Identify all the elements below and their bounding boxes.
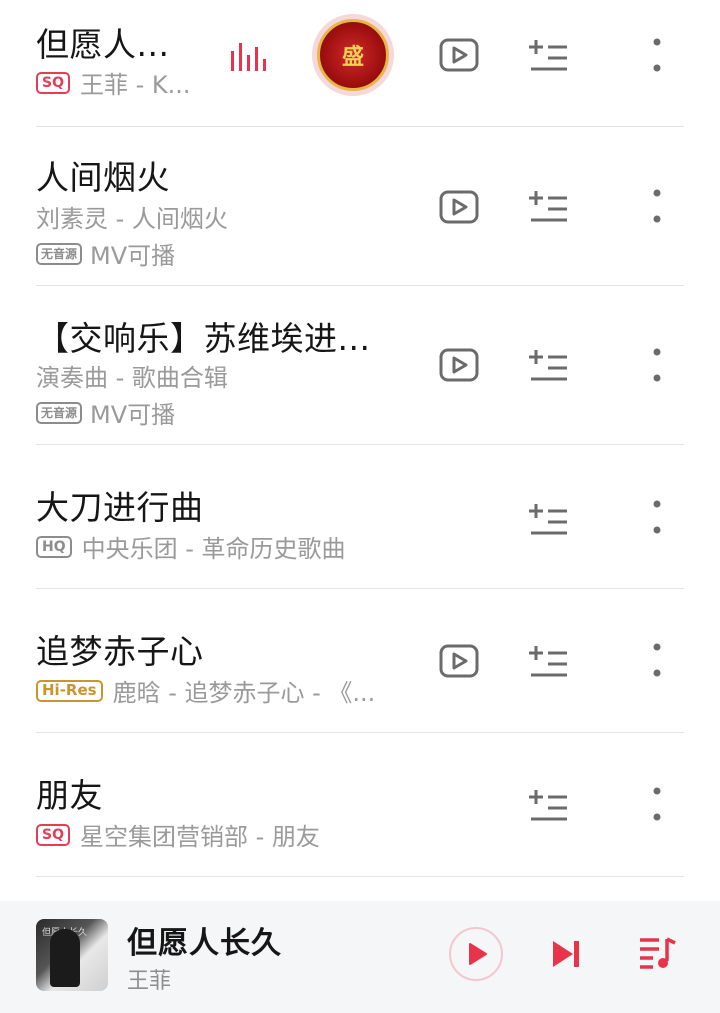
song-title: 但愿人...	[36, 25, 170, 64]
quality-badge-hq: HQ	[36, 535, 72, 558]
playlist-queue-icon	[640, 937, 676, 969]
more-options-button[interactable]	[647, 36, 667, 76]
cover-figure	[50, 929, 80, 987]
mv-available-text: MV可播	[90, 401, 176, 429]
mini-player-bar[interactable]: 但愿人长久 但愿人长久 王菲	[0, 901, 720, 1013]
equalizer-icon	[231, 43, 266, 71]
song-subtitle-line: Hi-Res 鹿晗 - 追梦赤子心 - 《...	[36, 673, 375, 708]
playlist-queue-button[interactable]	[637, 935, 677, 971]
mv-button[interactable]	[439, 644, 479, 678]
song-artist-album: 星空集团营销部 - 朋友	[79, 823, 320, 851]
vertical-dots-icon	[653, 348, 661, 382]
mv-available-text: MV可播	[90, 242, 176, 270]
add-to-playlist-button[interactable]	[528, 644, 568, 680]
play-in-rect-icon	[439, 644, 479, 678]
song-row[interactable]: 人间烟火 刘素灵 - 人间烟火 无音源 MV可播	[0, 127, 720, 286]
song-title: 朋友	[36, 776, 103, 815]
add-to-playlist-icon	[529, 350, 567, 381]
song-row[interactable]: 大刀进行曲 HQ 中央乐团 - 革命历史歌曲	[0, 445, 720, 589]
add-to-playlist-icon	[529, 790, 567, 821]
quality-badge-sq: SQ	[36, 71, 70, 94]
add-to-playlist-button[interactable]	[528, 502, 568, 538]
song-title: 追梦赤子心	[36, 632, 204, 671]
more-options-button[interactable]	[647, 641, 667, 681]
album-disc-thumbnail[interactable]: 盛	[312, 14, 394, 96]
add-to-playlist-button[interactable]	[528, 348, 568, 384]
vertical-dots-icon	[653, 787, 661, 821]
add-to-playlist-icon	[529, 646, 567, 677]
song-artist-album: 演奏曲 - 歌曲合辑	[36, 364, 228, 392]
song-artist-album: 鹿晗 - 追梦赤子心 - 《...	[112, 679, 376, 707]
next-track-button[interactable]	[549, 937, 583, 971]
song-subtitle-line: SQ 星空集团营销部 - 朋友	[36, 817, 320, 852]
mv-button[interactable]	[439, 348, 479, 382]
mv-availability-line: 无音源 MV可播	[36, 236, 175, 271]
play-in-rect-icon	[439, 38, 479, 72]
song-subtitle-line: 演奏曲 - 歌曲合辑	[36, 358, 228, 393]
play-icon	[469, 943, 487, 965]
skip-next-icon	[553, 941, 579, 967]
song-title: 大刀进行曲	[36, 488, 204, 527]
disc-logo: 盛	[317, 19, 389, 91]
add-to-playlist-icon	[529, 40, 567, 71]
vertical-dots-icon	[653, 500, 661, 534]
play-in-rect-icon	[439, 348, 479, 382]
song-row[interactable]: 但愿人... SQ 王菲 - K... 盛	[0, 0, 720, 127]
song-artist-album: 中央乐团 - 革命历史歌曲	[81, 535, 346, 563]
mv-button[interactable]	[439, 38, 479, 72]
song-subtitle-line: HQ 中央乐团 - 革命历史歌曲	[36, 529, 346, 564]
more-options-button[interactable]	[647, 785, 667, 825]
more-options-button[interactable]	[647, 346, 667, 386]
now-playing-title: 但愿人长久	[127, 926, 282, 961]
quality-badge-hires: Hi-Res	[36, 679, 103, 702]
play-button[interactable]	[449, 927, 503, 981]
mv-button[interactable]	[439, 190, 479, 224]
vertical-dots-icon	[653, 189, 661, 223]
add-to-playlist-icon	[529, 504, 567, 535]
song-artist-album: 刘素灵 - 人间烟火	[36, 205, 228, 233]
song-subtitle-line: SQ 王菲 - K...	[36, 65, 191, 100]
song-row[interactable]: 朋友 SQ 星空集团营销部 - 朋友	[0, 733, 720, 877]
add-to-playlist-button[interactable]	[528, 788, 568, 824]
more-options-button[interactable]	[647, 187, 667, 227]
no-source-badge: 无音源	[36, 242, 83, 265]
song-subtitle-line: 刘素灵 - 人间烟火	[36, 199, 228, 234]
mv-availability-line: 无音源 MV可播	[36, 395, 175, 430]
now-playing-artist: 王菲	[127, 969, 172, 994]
row-divider	[36, 876, 684, 877]
more-options-button[interactable]	[647, 498, 667, 538]
vertical-dots-icon	[653, 643, 661, 677]
song-row[interactable]: 【交响乐】苏维埃进... 演奏曲 - 歌曲合辑 无音源 MV可播	[0, 286, 720, 445]
now-playing-cover[interactable]: 但愿人长久	[36, 919, 108, 991]
quality-badge-sq: SQ	[36, 823, 70, 846]
add-to-playlist-button[interactable]	[528, 189, 568, 225]
song-title: 人间烟火	[36, 158, 170, 197]
song-artist-album: 王菲 - K...	[79, 71, 191, 99]
add-to-playlist-icon	[529, 191, 567, 222]
no-source-badge: 无音源	[36, 401, 83, 424]
play-in-rect-icon	[439, 190, 479, 224]
vertical-dots-icon	[653, 38, 661, 72]
add-to-playlist-button[interactable]	[528, 38, 568, 74]
song-title: 【交响乐】苏维埃进...	[36, 319, 371, 358]
song-row[interactable]: 追梦赤子心 Hi-Res 鹿晗 - 追梦赤子心 - 《...	[0, 589, 720, 733]
